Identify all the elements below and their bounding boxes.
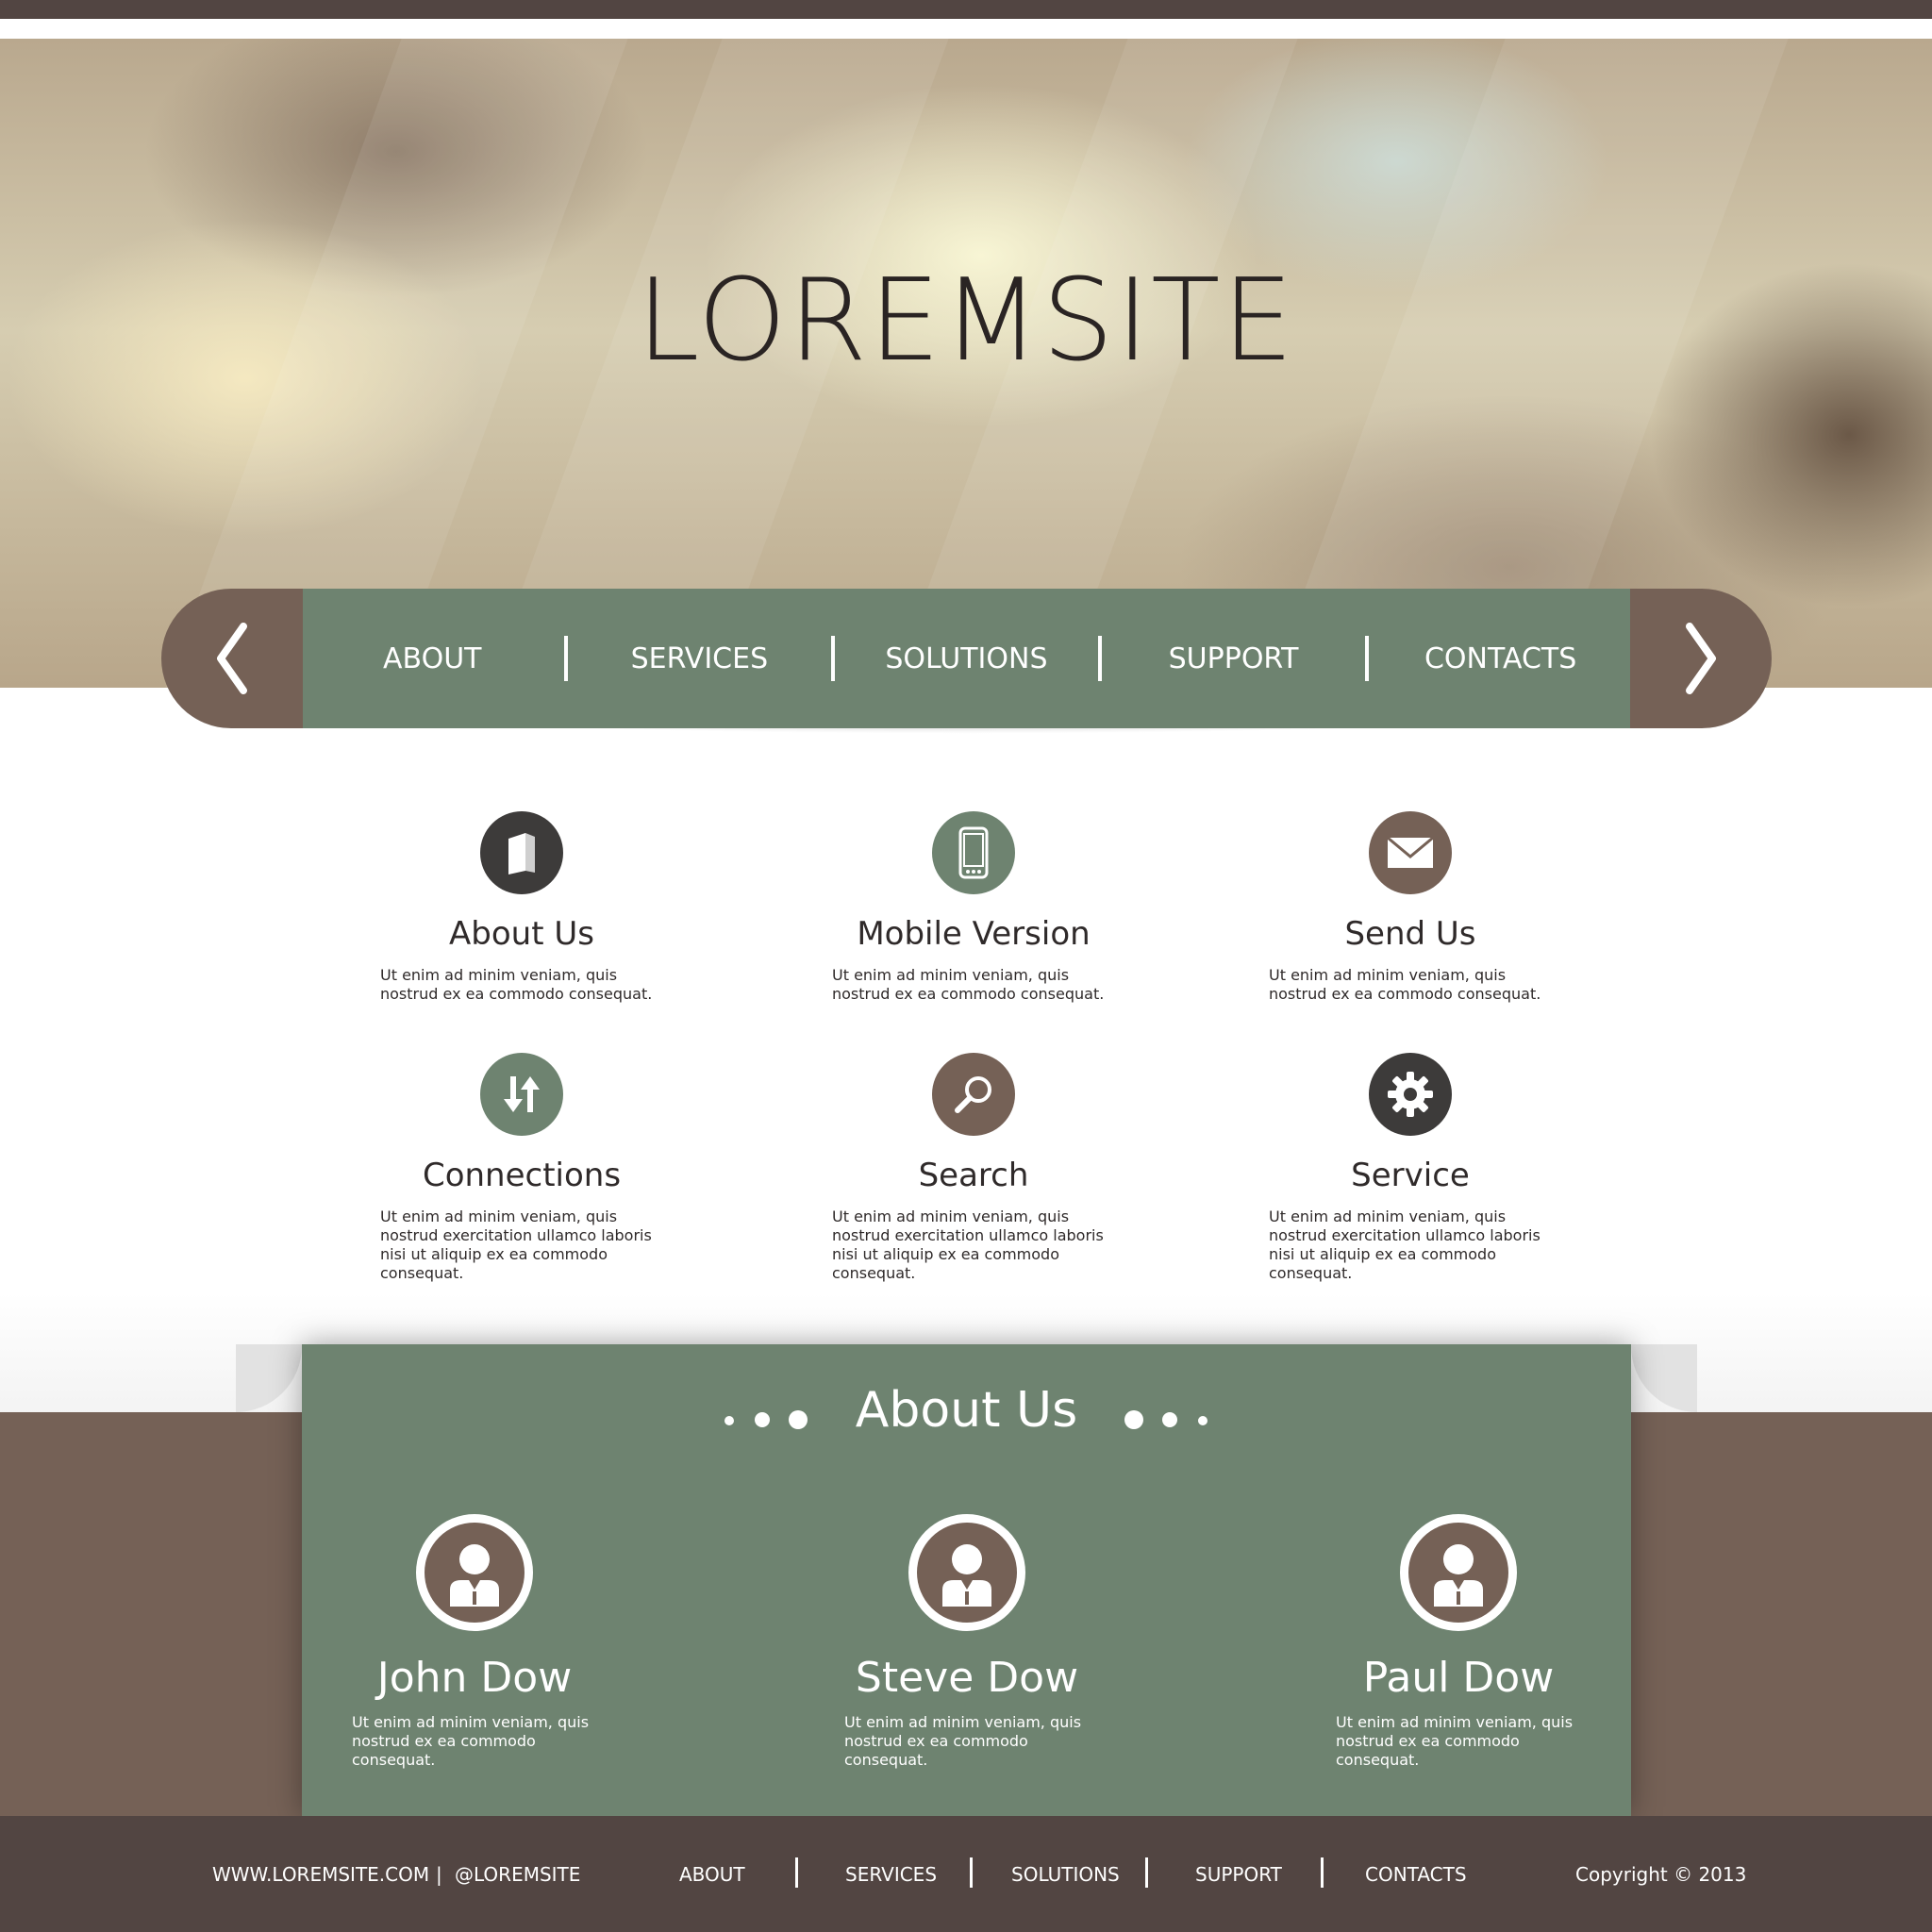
member-name: Paul Dow <box>1362 1654 1555 1702</box>
magnifier-icon <box>932 1053 1015 1136</box>
feature-title: Mobile Version <box>857 915 1091 953</box>
nav-item-support[interactable]: SUPPORT <box>1107 642 1361 675</box>
envelope-icon <box>1369 811 1452 894</box>
about-us-section: About Us John Dow Ut enim ad minim venia… <box>302 1344 1631 1816</box>
team-member-steve[interactable]: Steve Dow Ut enim ad minim veniam, quis … <box>825 1514 1108 1770</box>
footer-nav-separator <box>1145 1857 1148 1888</box>
avatar <box>908 1514 1025 1631</box>
lower-brown-left <box>0 1412 311 1816</box>
member-text: Ut enim ad minim veniam, quis nostrud ex… <box>1336 1713 1574 1769</box>
footer-nav-separator <box>795 1857 798 1888</box>
chevron-right-icon <box>1686 623 1716 694</box>
feature-text: Ut enim ad minim veniam, quis nostrud ex… <box>1269 966 1541 1003</box>
footer-nav-support[interactable]: SUPPORT <box>1195 1863 1282 1886</box>
feature-text: Ut enim ad minim veniam, quis nostrud ex… <box>832 966 1105 1003</box>
person-icon <box>917 1523 1017 1623</box>
top-gap <box>0 19 1932 39</box>
footer-nav-services[interactable]: SERVICES <box>845 1863 937 1886</box>
member-text: Ut enim ad minim veniam, quis nostrud ex… <box>352 1713 590 1769</box>
person-icon <box>425 1523 525 1623</box>
feature-title: Service <box>1351 1157 1470 1194</box>
nav-item-services[interactable]: SERVICES <box>572 642 826 675</box>
chevron-left-icon <box>217 623 247 694</box>
footer-nav-separator <box>1321 1857 1324 1888</box>
nav-next-button[interactable] <box>1630 589 1772 728</box>
member-text: Ut enim ad minim veniam, quis nostrud ex… <box>844 1713 1082 1769</box>
nav-separator <box>830 636 835 681</box>
feature-text: Ut enim ad minim veniam, quis nostrud ex… <box>380 1208 652 1282</box>
main-nav: ABOUT SERVICES SOLUTIONS SUPPORT CONTACT… <box>303 589 1630 728</box>
nav-item-contacts[interactable]: CONTACTS <box>1374 642 1628 675</box>
lower-brown-right <box>1621 1412 1932 1816</box>
site-title: LOREMSITE <box>636 256 1296 387</box>
team-member-paul[interactable]: Paul Dow Ut enim ad minim veniam, quis n… <box>1317 1514 1600 1770</box>
mobile-phone-icon <box>932 811 1015 894</box>
person-icon <box>1408 1523 1508 1623</box>
heading-dot <box>1162 1412 1177 1427</box>
gear-icon <box>1369 1053 1452 1136</box>
avatar <box>1400 1514 1517 1631</box>
feature-text: Ut enim ad minim veniam, quis nostrud ex… <box>1269 1208 1541 1282</box>
nav-separator <box>1365 636 1370 681</box>
footer-nav-about[interactable]: ABOUT <box>679 1863 745 1886</box>
heading-dot <box>755 1412 770 1427</box>
feature-mobile-version[interactable]: Mobile Version Ut enim ad minim veniam, … <box>832 811 1115 1004</box>
feature-text: Ut enim ad minim veniam, quis nostrud ex… <box>380 966 653 1003</box>
feature-about-us[interactable]: About Us Ut enim ad minim veniam, quis n… <box>380 811 663 1004</box>
heading-dot <box>1124 1410 1143 1429</box>
member-name: Steve Dow <box>855 1654 1079 1702</box>
feature-title: Connections <box>422 1157 622 1194</box>
member-name: John Dow <box>376 1654 573 1702</box>
heading-dot <box>1198 1416 1208 1425</box>
top-bar <box>0 0 1932 19</box>
nav-item-solutions[interactable]: SOLUTIONS <box>839 642 1093 675</box>
nav-separator <box>1098 636 1102 681</box>
heading-dot <box>789 1410 808 1429</box>
nav-prev-button[interactable] <box>161 589 303 728</box>
footer-divider: | <box>436 1863 442 1886</box>
footer: WWW.LOREMSITE.COM | @LOREMSITE ABOUT SER… <box>0 1816 1932 1932</box>
feature-service[interactable]: Service Ut enim ad minim veniam, quis no… <box>1269 1053 1552 1283</box>
nav-separator <box>563 636 568 681</box>
feature-title: About Us <box>449 915 594 953</box>
about-heading: About Us <box>855 1382 1078 1439</box>
feature-connections[interactable]: Connections Ut enim ad minim veniam, qui… <box>380 1053 663 1283</box>
footer-social-handle[interactable]: @LOREMSITE <box>455 1863 580 1886</box>
avatar <box>416 1514 533 1631</box>
heading-dot <box>724 1416 734 1425</box>
footer-copyright: Copyright © 2013 <box>1575 1863 1747 1886</box>
nav-item-about[interactable]: ABOUT <box>305 642 559 675</box>
feature-search[interactable]: Search Ut enim ad minim veniam, quis nos… <box>832 1053 1115 1283</box>
footer-website-link[interactable]: WWW.LOREMSITE.COM <box>212 1863 429 1886</box>
book-icon <box>480 811 563 894</box>
feature-title: Send Us <box>1344 915 1476 953</box>
footer-nav-solutions[interactable]: SOLUTIONS <box>1011 1863 1120 1886</box>
footer-nav-contacts[interactable]: CONTACTS <box>1365 1863 1467 1886</box>
team-member-john[interactable]: John Dow Ut enim ad minim veniam, quis n… <box>333 1514 616 1770</box>
arrows-exchange-icon <box>480 1053 563 1136</box>
footer-nav-separator <box>970 1857 973 1888</box>
feature-send-us[interactable]: Send Us Ut enim ad minim veniam, quis no… <box>1269 811 1552 1004</box>
feature-text: Ut enim ad minim veniam, quis nostrud ex… <box>832 1208 1104 1282</box>
feature-title: Search <box>918 1157 1029 1194</box>
